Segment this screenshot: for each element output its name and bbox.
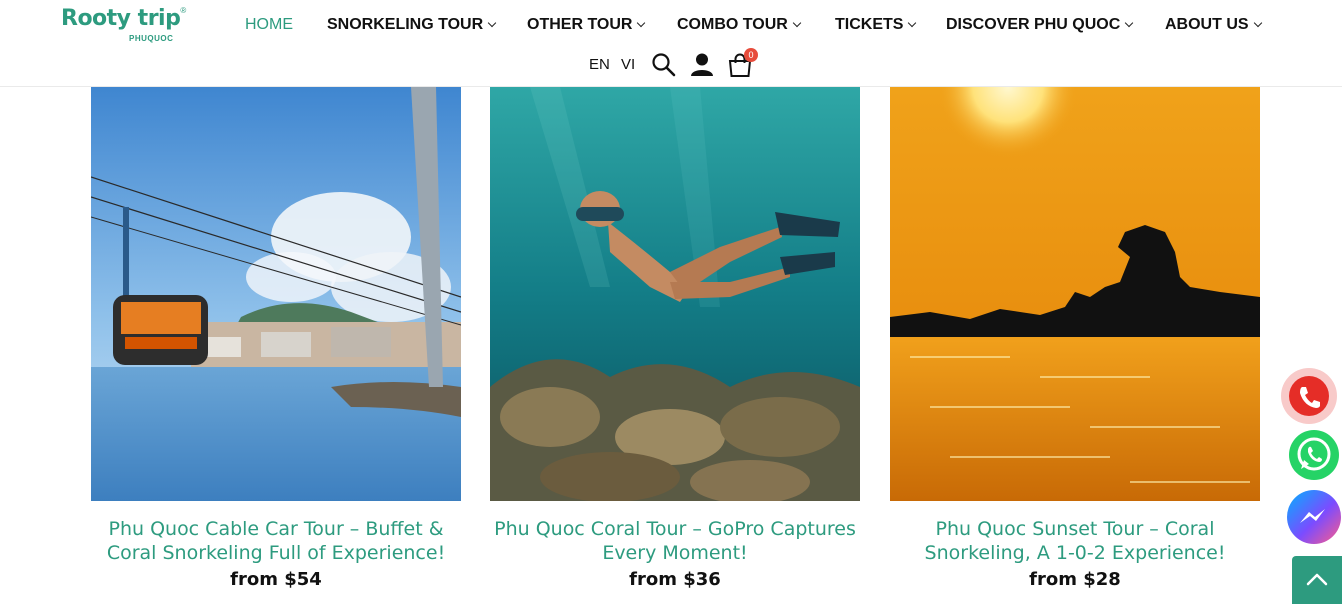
nav-home[interactable]: HOME	[245, 16, 293, 34]
tour-image-cable-car[interactable]	[91, 87, 461, 501]
nav-other-tour[interactable]: OTHER TOUR	[527, 16, 646, 34]
nav-about-us[interactable]: ABOUT US	[1165, 16, 1262, 34]
tour-price: from $54	[230, 569, 322, 590]
tour-card[interactable]: Phu Quoc Coral Tour – GoPro Captures Eve…	[490, 87, 860, 590]
chevron-down-icon	[637, 18, 646, 28]
nav-tickets[interactable]: TICKETS	[835, 16, 917, 34]
tour-card[interactable]: Phu Quoc Cable Car Tour – Buffet & Coral…	[91, 87, 461, 590]
whatsapp-icon	[1289, 430, 1339, 485]
brand-sub: PHUQUOC	[129, 34, 174, 43]
whatsapp-button[interactable]	[1289, 430, 1339, 480]
phone-call-button[interactable]	[1281, 368, 1337, 424]
search-icon[interactable]	[651, 52, 677, 78]
nav-other-tour-label: OTHER TOUR	[527, 16, 633, 33]
back-to-top-button[interactable]	[1292, 556, 1342, 604]
chevron-down-icon	[1125, 18, 1134, 28]
chevron-down-icon	[1253, 18, 1262, 28]
tour-price: from $36	[629, 569, 721, 590]
tour-price: from $28	[1029, 569, 1121, 590]
nav-snorkeling-tour[interactable]: SNORKELING TOUR	[327, 16, 497, 34]
nav-home-label: HOME	[245, 16, 293, 33]
site-header: Rooty trip® PHUQUOC HOME SNORKELING TOUR…	[0, 0, 1342, 87]
chevron-down-icon	[908, 18, 917, 28]
brand-registered: ®	[180, 6, 187, 15]
nav-discover-label: DISCOVER PHU QUOC	[946, 16, 1121, 33]
messenger-icon	[1287, 490, 1341, 549]
tour-image-sunset[interactable]	[890, 87, 1260, 501]
tour-card[interactable]: Phu Quoc Sunset Tour – Coral Snorkeling,…	[890, 87, 1260, 590]
nav-combo-tour[interactable]: COMBO TOUR	[677, 16, 802, 34]
tour-image-coral[interactable]	[490, 87, 860, 501]
brand-name: Rooty trip	[61, 6, 181, 31]
messenger-button[interactable]	[1287, 490, 1341, 544]
brand-logo[interactable]: Rooty trip® PHUQUOC	[61, 6, 191, 46]
lang-en-link[interactable]: EN	[589, 56, 610, 73]
nav-snorkeling-tour-label: SNORKELING TOUR	[327, 16, 484, 33]
user-icon[interactable]	[689, 52, 715, 78]
tour-title[interactable]: Phu Quoc Cable Car Tour – Buffet & Coral…	[81, 517, 471, 565]
lang-vi-link[interactable]: VI	[621, 56, 635, 73]
chevron-down-icon	[792, 18, 802, 28]
nav-discover-phu-quoc[interactable]: DISCOVER PHU QUOC	[946, 16, 1134, 34]
phone-icon	[1289, 376, 1329, 416]
nav-combo-tour-label: COMBO TOUR	[677, 16, 788, 33]
arrow-up-icon	[1292, 556, 1342, 604]
cart-count-badge: 0	[744, 48, 758, 62]
chevron-down-icon	[487, 18, 497, 28]
nav-about-us-label: ABOUT US	[1165, 16, 1249, 33]
nav-tickets-label: TICKETS	[835, 16, 904, 33]
tour-title[interactable]: Phu Quoc Sunset Tour – Coral Snorkeling,…	[880, 517, 1270, 565]
tour-title[interactable]: Phu Quoc Coral Tour – GoPro Captures Eve…	[480, 517, 870, 565]
